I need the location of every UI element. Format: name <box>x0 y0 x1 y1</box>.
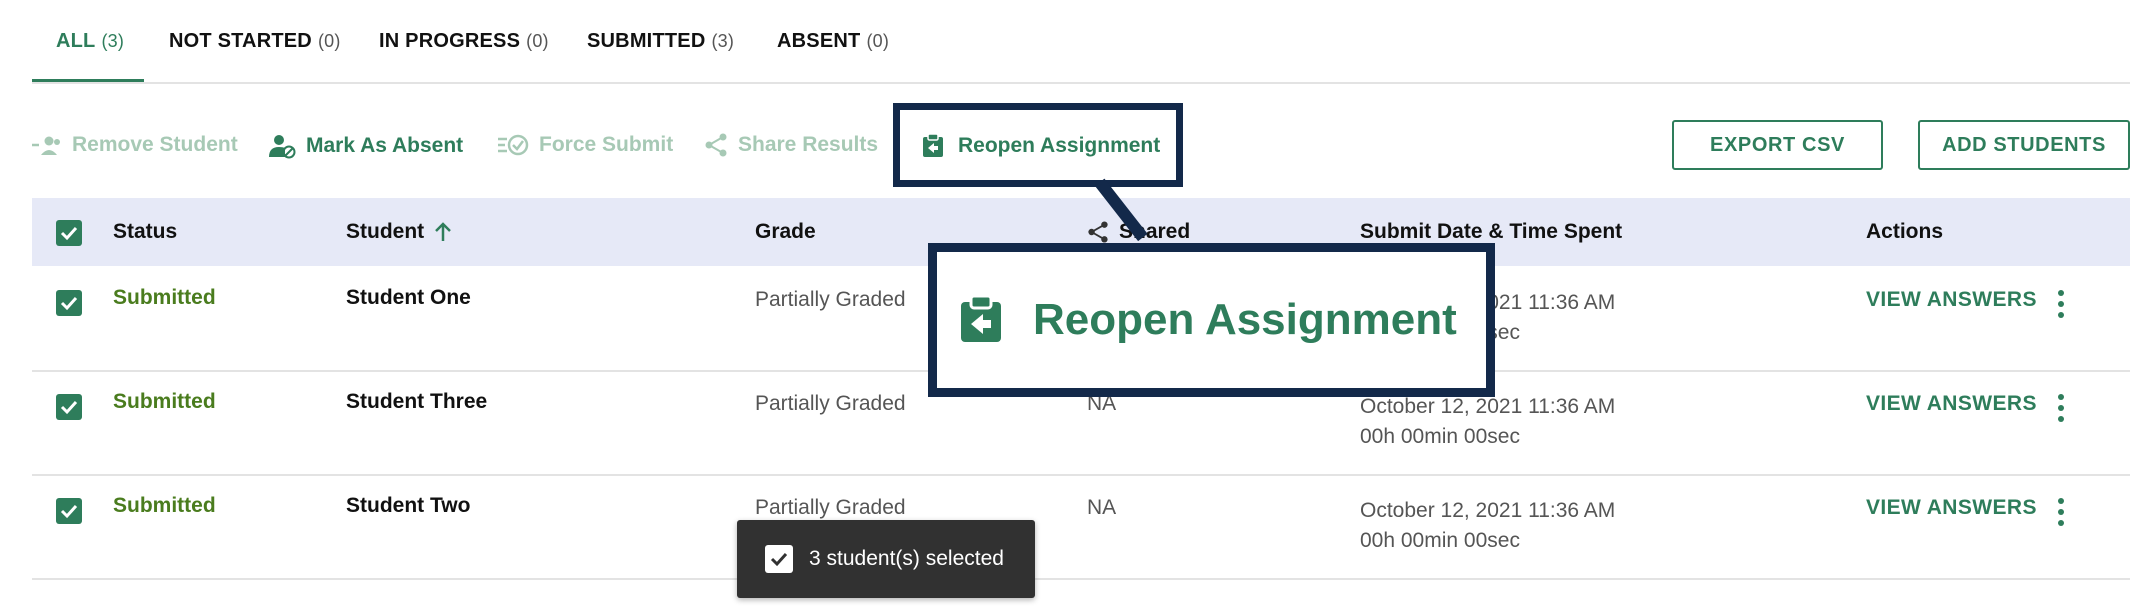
tab-not-started[interactable]: NOT STARTED (0) <box>169 30 341 53</box>
tab-absent[interactable]: ABSENT (0) <box>777 30 889 53</box>
header-student[interactable]: Student <box>346 220 452 244</box>
student-name: Student Two <box>346 494 471 517</box>
submit-date: October 12, 2021 11:36 AM 00h 00min 00se… <box>1360 392 1615 452</box>
view-answers-link[interactable]: VIEW ANSWERS <box>1866 288 2037 312</box>
header-submit-date: Submit Date & Time Spent <box>1360 220 1622 244</box>
tab-submitted[interactable]: SUBMITTED (3) <box>587 30 734 53</box>
share-results-label: Share Results <box>738 133 879 156</box>
header-student-label: Student <box>346 220 425 243</box>
remove-student-button[interactable]: Remove Student <box>32 133 238 157</box>
student-name: Student Three <box>346 390 488 413</box>
tab-count: (0) <box>866 31 890 51</box>
add-students-button[interactable]: ADD STUDENTS <box>1918 120 2130 170</box>
tab-in-progress[interactable]: IN PROGRESS (0) <box>379 30 549 53</box>
row-checkbox[interactable] <box>56 498 82 524</box>
check-icon <box>60 296 78 311</box>
snackbar-text: 3 student(s) selected <box>809 547 1004 570</box>
check-icon <box>60 400 78 415</box>
row-checkbox[interactable] <box>56 394 82 420</box>
tab-count: (0) <box>317 31 341 51</box>
table-row: Submitted Student Two Partially Graded N… <box>32 474 2130 580</box>
zoomed-reopen-assignment: Reopen Assignment <box>959 295 1457 345</box>
active-tab-indicator <box>32 79 144 82</box>
tab-all[interactable]: ALL (3) <box>56 30 124 53</box>
time-spent-text: 00h 00min 00sec <box>1360 425 1520 448</box>
header-actions-label: Actions <box>1866 220 1944 243</box>
share-results-button[interactable]: Share Results <box>704 133 878 157</box>
row-checkbox[interactable] <box>56 290 82 316</box>
add-students-label: ADD STUDENTS <box>1942 133 2106 156</box>
header-submit-label: Submit Date & Time Spent <box>1360 220 1623 243</box>
status-text: Submitted <box>113 494 216 517</box>
mark-absent-label: Mark As Absent <box>306 134 464 157</box>
check-icon <box>60 226 78 241</box>
view-answers-link[interactable]: VIEW ANSWERS <box>1866 392 2037 416</box>
submit-date-text: October 12, 2021 11:36 AM <box>1360 499 1616 522</box>
submit-date: October 12, 2021 11:36 AM 00h 00min 00se… <box>1360 496 1615 556</box>
tab-label: ALL <box>56 30 96 52</box>
header-status-label: Status <box>113 220 178 243</box>
reopen-assignment-button[interactable]: Reopen Assignment <box>922 134 1160 158</box>
header-grade: Grade <box>755 220 816 244</box>
clipboard-back-icon <box>959 296 1003 344</box>
remove-student-label: Remove Student <box>72 133 238 156</box>
tab-bar: ALL (3) NOT STARTED (0) IN PROGRESS (0) SUB… <box>32 0 2130 84</box>
zoom-callout: Reopen Assignment <box>928 243 1495 397</box>
person-absent-icon <box>268 133 296 159</box>
check-icon <box>60 504 78 519</box>
clipboard-back-icon <box>922 134 944 158</box>
zoomed-reopen-label: Reopen Assignment <box>1033 295 1457 344</box>
header-grade-label: Grade <box>755 220 816 243</box>
share-icon <box>704 133 728 157</box>
sort-arrow-up-icon[interactable] <box>434 222 452 242</box>
grade-text: Partially Graded <box>755 392 906 415</box>
remove-person-icon <box>32 134 62 156</box>
tab-count: (0) <box>526 31 549 51</box>
select-all-checkbox[interactable] <box>56 220 82 246</box>
header-status: Status <box>113 220 177 244</box>
view-answers-link[interactable]: VIEW ANSWERS <box>1866 496 2037 520</box>
share-icon <box>1087 221 1109 243</box>
reopen-assignment-highlight: Reopen Assignment <box>893 103 1183 187</box>
more-options-icon[interactable] <box>2058 290 2064 318</box>
grade-text: Partially Graded <box>755 288 906 311</box>
force-submit-button[interactable]: Force Submit <box>497 133 673 157</box>
grade-text: Partially Graded <box>755 496 906 519</box>
snackbar-checkbox[interactable] <box>765 545 793 573</box>
tab-label: ABSENT <box>777 30 861 52</box>
status-text: Submitted <box>113 390 216 413</box>
mark-absent-button[interactable]: Mark As Absent <box>268 133 463 159</box>
header-actions: Actions <box>1866 220 1943 244</box>
more-options-icon[interactable] <box>2058 498 2064 526</box>
tab-count: (3) <box>711 31 735 51</box>
force-submit-icon <box>497 134 529 156</box>
time-spent-text: 00h 00min 00sec <box>1360 529 1520 552</box>
more-options-icon[interactable] <box>2058 394 2064 422</box>
tab-label: SUBMITTED <box>587 30 706 52</box>
reopen-assignment-label: Reopen Assignment <box>958 134 1161 157</box>
status-text: Submitted <box>113 286 216 309</box>
check-icon <box>770 552 788 567</box>
tab-count: (3) <box>101 31 125 51</box>
tab-label: NOT STARTED <box>169 30 312 52</box>
shared-text: NA <box>1087 496 1117 519</box>
selection-snackbar: 3 student(s) selected <box>737 520 1035 598</box>
force-submit-label: Force Submit <box>539 133 674 156</box>
export-csv-button[interactable]: EXPORT CSV <box>1672 120 1883 170</box>
student-name: Student One <box>346 286 471 309</box>
export-csv-label: EXPORT CSV <box>1710 133 1845 156</box>
tab-label: IN PROGRESS <box>379 30 521 52</box>
